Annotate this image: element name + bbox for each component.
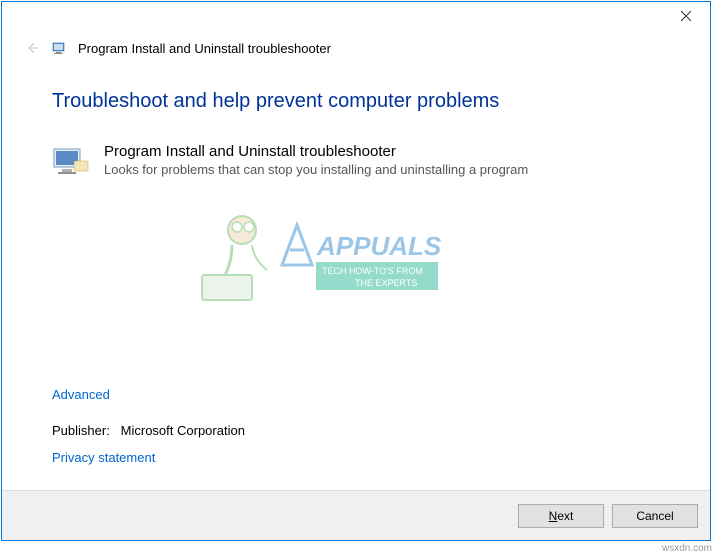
svg-text:THE EXPERTS: THE EXPERTS: [355, 278, 417, 288]
titlebar: [2, 2, 710, 34]
privacy-statement-link[interactable]: Privacy statement: [52, 450, 155, 465]
next-button[interactable]: Next: [518, 504, 604, 528]
next-label-suffix: ext: [557, 509, 573, 523]
troubleshooter-name: Program Install and Uninstall troublesho…: [104, 143, 528, 160]
advanced-link[interactable]: Advanced: [52, 387, 110, 402]
publisher-label: Publisher:: [52, 423, 110, 438]
back-button: [22, 38, 42, 58]
troubleshooter-item: Program Install and Uninstall troublesho…: [52, 143, 660, 181]
header-title: Program Install and Uninstall troublesho…: [78, 41, 331, 56]
close-button[interactable]: [663, 2, 708, 30]
close-icon: [681, 11, 691, 21]
content-area: Troubleshoot and help prevent computer p…: [2, 70, 710, 490]
troubleshooter-icon: [52, 143, 90, 181]
source-attribution: wsxdn.com: [662, 543, 712, 554]
svg-text:TECH HOW-TO'S FROM: TECH HOW-TO'S FROM: [322, 266, 423, 276]
troubleshooter-header-icon: [52, 40, 68, 56]
cancel-button[interactable]: Cancel: [612, 504, 698, 528]
watermark-logo: APPUALS TECH HOW-TO'S FROM THE EXPERTS: [182, 210, 442, 310]
publisher-value: Microsoft Corporation: [121, 423, 245, 438]
publisher-row: Publisher: Microsoft Corporation: [52, 423, 245, 438]
svg-text:APPUALS: APPUALS: [316, 231, 442, 261]
troubleshooter-window: Program Install and Uninstall troublesho…: [1, 1, 711, 541]
main-heading: Troubleshoot and help prevent computer p…: [52, 90, 660, 113]
footer-bar: Next Cancel: [2, 490, 710, 540]
troubleshooter-description: Looks for problems that can stop you ins…: [104, 162, 528, 177]
header-row: Program Install and Uninstall troublesho…: [2, 34, 710, 70]
back-arrow-icon: [23, 39, 41, 57]
troubleshooter-text: Program Install and Uninstall troublesho…: [104, 143, 528, 177]
